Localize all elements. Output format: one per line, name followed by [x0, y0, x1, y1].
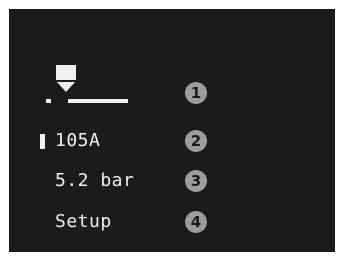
selection-cursor: [40, 134, 45, 149]
callout-4: 4: [185, 211, 207, 233]
setup-menu-item[interactable]: Setup: [55, 211, 112, 233]
display-screen: 1 105A 2 5.2 bar 3 Setup 4: [9, 9, 335, 252]
current-value[interactable]: 105A: [55, 130, 100, 152]
callout-3: 3: [185, 170, 207, 192]
callout-2: 2: [185, 130, 207, 152]
torch-height-icon[interactable]: [46, 61, 138, 114]
callout-1: 1: [185, 82, 207, 104]
pressure-value[interactable]: 5.2 bar: [55, 170, 134, 192]
